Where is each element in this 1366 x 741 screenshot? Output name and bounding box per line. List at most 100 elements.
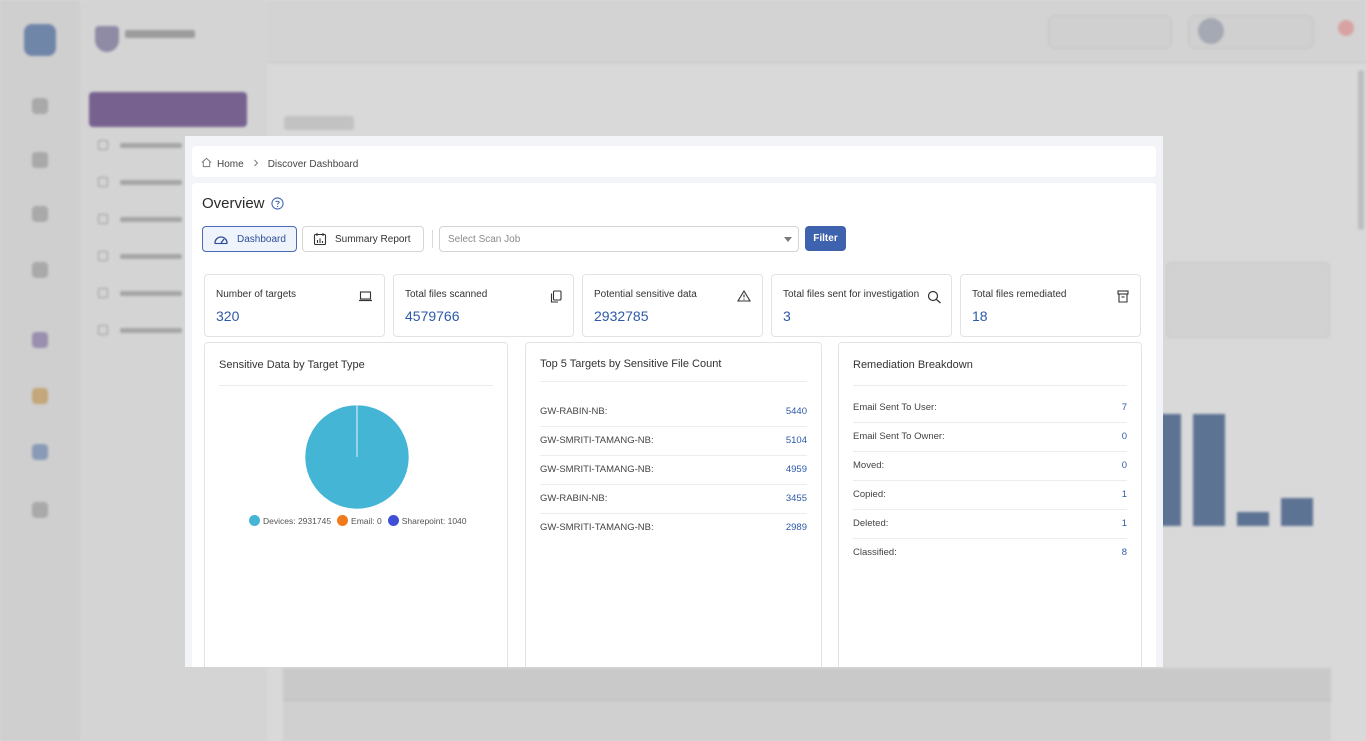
card-title: Remediation Breakdown [853,359,973,371]
list-item[interactable]: GW-SMRITI-TAMANG-NB: 5104 [540,427,807,456]
home-icon[interactable] [201,157,212,168]
rail-item[interactable] [14,502,66,522]
list-item: Classified: 8 [853,539,1127,568]
pie-chart [304,404,410,510]
target-count: 5104 [785,435,807,446]
list-item[interactable]: GW-SMRITI-TAMANG-NB: 4959 [540,456,807,485]
breadcrumb-current: Discover Dashboard [267,159,359,170]
card-divider [853,385,1127,386]
pie-legend: Devices: 2931745 Email: 0 Sharepoint: 10… [249,515,473,526]
breadcrumb: Home Discover Dashboard [192,146,1156,177]
avatar[interactable] [1198,18,1224,44]
toolbar-divider [432,230,433,248]
target-count: 5440 [785,406,807,417]
legend-item[interactable]: Sharepoint: 1040 [387,515,467,526]
legend-swatch [249,515,260,526]
kpi-label: Total files scanned [405,289,488,300]
background-chart-bar [1281,498,1313,526]
remediation-label: Email Sent To Owner: [853,431,945,442]
icon-rail [0,0,80,741]
filter-button[interactable]: Filter [805,226,846,251]
warning-icon [737,290,751,302]
target-name: GW-SMRITI-TAMANG-NB: [540,435,654,446]
target-count: 3455 [785,493,807,504]
overview-panel: Overview Dashboard Summary Report Select… [192,183,1156,667]
target-name: GW-RABIN-NB: [540,493,608,504]
remediation-count: 1 [1121,518,1127,529]
summary-report-label: Summary Report [335,233,411,245]
list-item[interactable]: GW-RABIN-NB: 3455 [540,485,807,514]
remediation-label: Classified: [853,547,897,558]
kpi-value: 320 [216,308,240,324]
target-name: GW-RABIN-NB: [540,406,608,417]
target-name: GW-SMRITI-TAMANG-NB: [540,522,654,533]
remediation-label: Deleted: [853,518,889,529]
remediation-label: Moved: [853,460,885,471]
help-icon[interactable] [270,197,284,210]
list-item[interactable]: GW-SMRITI-TAMANG-NB: 2989 [540,514,807,543]
laptop-icon [359,291,372,302]
remediation-label: Email Sent To User: [853,402,937,413]
scan-job-select[interactable]: Select Scan Job [439,226,799,252]
background-table [283,668,1331,741]
dashboard-button[interactable]: Dashboard [202,226,297,252]
card-divider [219,385,493,386]
list-item: Email Sent To User: 7 [853,394,1127,423]
list-item: Deleted: 1 [853,510,1127,539]
card-divider [540,381,807,382]
remediation-count: 0 [1121,460,1127,471]
list-item: Moved: 0 [853,452,1127,481]
kpi-value: 4579766 [405,308,460,324]
side-nav-active-item[interactable] [89,92,247,127]
kpi-label: Number of targets [216,289,297,300]
rail-item[interactable] [14,206,66,226]
legend-label: Sharepoint: 1040 [401,515,467,526]
kpi-label: Total files sent for investigation [783,289,920,300]
rail-item[interactable] [14,388,66,408]
page-scrollbar[interactable] [1358,70,1364,230]
legend-label: Devices: 2931745 [263,515,332,526]
rail-item[interactable] [14,152,66,172]
archive-icon [1117,290,1129,303]
remediation-count: 7 [1121,402,1127,413]
remediation-count: 1 [1121,489,1127,500]
rail-item[interactable] [14,444,66,464]
kpi-total-files-scanned: Total files scanned 4579766 [393,274,574,337]
list-item: Copied: 1 [853,481,1127,510]
remediation-count: 8 [1121,547,1127,558]
target-count: 4959 [785,464,807,475]
chevron-right-icon [253,159,258,166]
gauge-icon [214,236,228,245]
remediation-card: Remediation Breakdown Email Sent To User… [838,342,1142,667]
legend-item[interactable]: Email: 0 [337,515,382,526]
org-selector[interactable] [1048,15,1172,49]
chevron-down-icon [784,237,792,242]
copy-icon [550,290,562,303]
list-item[interactable]: GW-RABIN-NB: 5440 [540,398,807,427]
dashboard-button-label: Dashboard [237,233,286,245]
rail-item[interactable] [14,98,66,118]
kpi-files-sent-for-investigation: Total files sent for investigation 3 [771,274,952,337]
legend-item[interactable]: Devices: 2931745 [249,515,331,526]
card-title: Sensitive Data by Target Type [219,359,365,371]
page-title: Overview [202,195,265,212]
calendar-chart-icon [313,233,327,246]
target-count: 2989 [785,522,807,533]
target-name: GW-SMRITI-TAMANG-NB: [540,464,654,475]
kpi-label: Total files remediated [972,289,1067,300]
background-title [284,116,354,130]
brand-logo [95,26,205,52]
dashboard-modal: Home Discover Dashboard Overview Dashboa… [185,136,1163,667]
breadcrumb-home[interactable]: Home [217,159,244,170]
background-chart-bar [1237,512,1269,526]
kpi-label: Potential sensitive data [594,289,697,300]
rail-item[interactable] [14,262,66,282]
search-icon [927,290,941,304]
notification-icon[interactable] [1338,20,1354,36]
kpi-value: 2932785 [594,308,649,324]
summary-report-button[interactable]: Summary Report [302,226,424,252]
app-logo [24,24,56,56]
legend-swatch [337,515,349,526]
kpi-total-files-remediated: Total files remediated 18 [960,274,1141,337]
rail-item[interactable] [14,332,66,352]
